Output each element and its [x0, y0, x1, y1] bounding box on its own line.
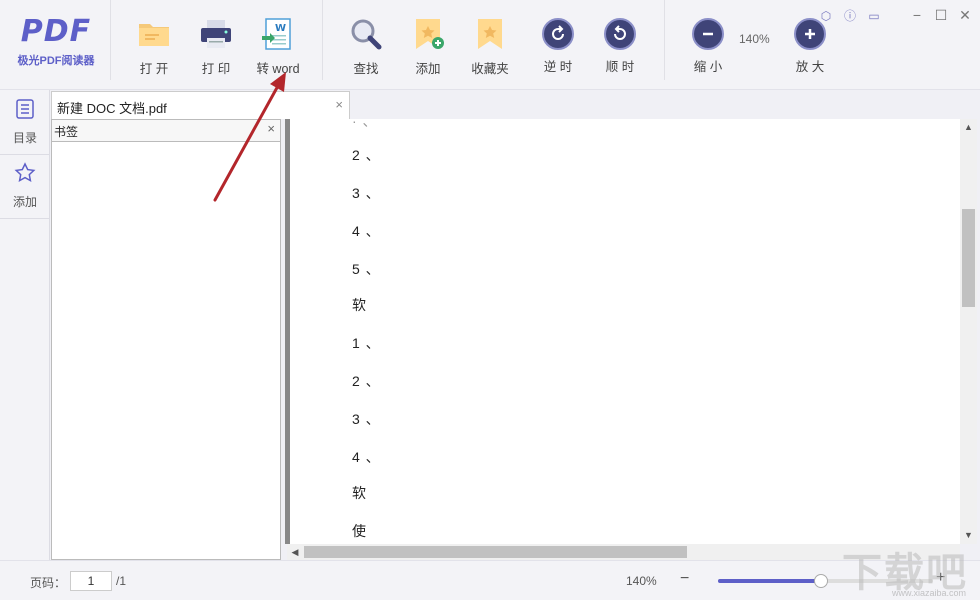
rail-item-add[interactable]: 添加 [0, 162, 50, 210]
star-icon [0, 162, 50, 187]
toolbar-divider [110, 0, 111, 80]
rotate-cw-label: 顺 时 [605, 60, 635, 74]
rail-toc-label: 目录 [12, 131, 37, 145]
rail-divider [0, 218, 50, 219]
find-label: 查找 [353, 62, 379, 76]
add-bookmark-button[interactable]: 添加 [400, 16, 456, 76]
doc-line: 3 、 [352, 185, 381, 201]
doc-line: 5 、 [352, 261, 381, 277]
close-icon[interactable]: × [267, 121, 275, 136]
document-view[interactable]: · 、 2 、 3 、 4 、 5 、 软 1 、 2 、 3 、 4 、 软 … [290, 119, 960, 544]
toolbar-divider [322, 0, 323, 80]
doc-line-partial: · 、 [352, 119, 378, 129]
open-label: 打 开 [139, 62, 169, 76]
vertical-scrollbar[interactable]: ▲ ▼ [960, 119, 977, 544]
folder-icon [136, 16, 172, 52]
zoom-slider-knob[interactable] [814, 574, 829, 588]
convert-to-word-button[interactable]: W 转 word [250, 16, 306, 76]
print-button[interactable]: 打 印 [188, 16, 244, 76]
app-logo: PDF 极光PDF阅读器 [8, 14, 104, 74]
page-label: 页码： [30, 576, 67, 590]
vertical-scroll-thumb[interactable] [962, 209, 975, 307]
rail-add-label: 添加 [12, 195, 37, 209]
minus-icon [692, 18, 724, 50]
watermark: 下载吧 www.xiazaiba.com [842, 540, 980, 600]
toolbar-zoom-level: 140% [739, 32, 770, 46]
tab-document[interactable]: 新建 DOC 文档.pdf × [51, 91, 350, 119]
zoom-slider-fill [718, 579, 822, 583]
zoom-in-button[interactable]: 放 大 [782, 16, 838, 76]
doc-line: 2 、 [352, 373, 381, 389]
list-icon [0, 98, 50, 123]
bookmark-panel-header: 书签 × [52, 120, 280, 142]
rotate-clockwise-button[interactable]: 顺 时 [592, 16, 648, 76]
doc-line: 软 [352, 297, 367, 313]
find-button[interactable]: 查找 [338, 16, 394, 76]
zoom-out-button[interactable]: 缩 小 [680, 16, 736, 76]
rail-divider [0, 154, 50, 155]
logo-subtitle: 极光PDF阅读器 [17, 55, 95, 67]
doc-line: 3 、 [352, 411, 381, 427]
horizontal-scroll-thumb[interactable] [304, 546, 687, 558]
svg-text:W: W [275, 23, 286, 34]
doc-line: 4 、 [352, 449, 381, 465]
doc-line: 1 、 [352, 335, 381, 351]
feedback-icon[interactable]: ▭ [866, 8, 882, 24]
toolbar-divider [664, 0, 665, 80]
tab-title: 新建 DOC 文档.pdf [57, 101, 167, 116]
doc-line: 使 [352, 523, 367, 539]
minimize-button[interactable]: − [908, 6, 926, 24]
doc-line: 2 、 [352, 147, 381, 163]
zoom-in-label: 放 大 [795, 60, 825, 74]
settings-icon[interactable]: ⬡ [818, 8, 834, 24]
add-bookmark-label: 添加 [415, 62, 441, 76]
print-label: 打 印 [201, 62, 231, 76]
close-icon[interactable]: × [335, 97, 343, 112]
page-total: /1 [116, 574, 127, 588]
bookmark-panel-title: 书签 [54, 125, 79, 139]
search-icon [348, 16, 384, 52]
favorites-button[interactable]: 收藏夹 [462, 16, 518, 76]
bookmark-panel: 书签 × [51, 119, 281, 560]
doc-line: 软 [352, 485, 367, 501]
left-rail: 目录 添加 [0, 90, 50, 560]
rotate-ccw-label: 逆 时 [543, 60, 573, 74]
rotate-ccw-icon [542, 18, 574, 50]
favorites-label: 收藏夹 [471, 62, 509, 76]
open-button[interactable]: 打 开 [126, 16, 182, 76]
bookmark-add-icon [410, 16, 446, 52]
scroll-up-icon[interactable]: ▲ [960, 119, 977, 136]
word-convert-icon: W [260, 16, 296, 52]
toolbar: PDF 极光PDF阅读器 打 开 打 印 W 转 word 查找 添加 收藏夹 … [0, 0, 980, 90]
status-zoom-level: 140% [626, 574, 657, 588]
page-number-input[interactable] [70, 571, 112, 591]
doc-line: 4 、 [352, 223, 381, 239]
close-window-button[interactable]: ✕ [956, 6, 974, 24]
logo-mark: PDF [20, 14, 92, 49]
rail-item-toc[interactable]: 目录 [0, 98, 50, 146]
rotate-counterclockwise-button[interactable]: 逆 时 [530, 16, 586, 76]
zoom-out-small-button[interactable]: − [680, 570, 689, 588]
watermark-url: www.xiazaiba.com [892, 588, 967, 598]
scroll-left-icon[interactable]: ◀ [287, 544, 303, 560]
info-icon[interactable]: ⓘ [842, 8, 858, 24]
maximize-button[interactable]: ☐ [932, 6, 950, 24]
zoom-out-label: 缩 小 [693, 60, 723, 74]
favorites-icon [472, 16, 508, 52]
rotate-cw-icon [604, 18, 636, 50]
status-bar: 页码： /1 140% − + [0, 560, 980, 600]
convert-to-word-label: 转 word [256, 62, 300, 76]
printer-icon [198, 16, 234, 52]
